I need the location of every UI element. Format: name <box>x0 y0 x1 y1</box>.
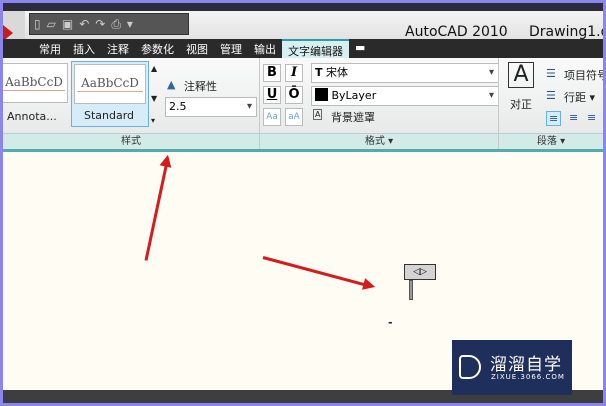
overline-button[interactable]: Ō <box>285 86 303 104</box>
text-height-combo[interactable]: 2.5 <box>165 97 257 117</box>
undo-icon[interactable]: ↶ <box>79 17 89 31</box>
redo-icon[interactable]: ↷ <box>95 17 105 31</box>
style-panel-label: 样式 <box>3 133 259 149</box>
divider <box>259 58 260 149</box>
ribbon-bottom-border <box>3 149 603 152</box>
paragraph-panel-label[interactable]: 段落 ▾ <box>499 133 603 149</box>
color-combo[interactable]: ByLayer <box>311 86 499 106</box>
ribbon: AaBbCcD Annota... AaBbCcD Standard ▲ ▼ ▾… <box>3 58 603 133</box>
line-spacing-icon: ☰ <box>546 89 556 102</box>
lowercase-button[interactable]: aA <box>285 108 303 126</box>
new-icon[interactable]: ▯ <box>34 17 41 31</box>
italic-button[interactable]: I <box>285 64 303 82</box>
tab-parametric[interactable]: 参数化 <box>135 39 180 58</box>
save-icon[interactable]: ▣ <box>62 17 73 31</box>
justify-icon[interactable]: A <box>508 62 534 88</box>
autocad-window: AutoCAD 2010 Drawing1.d ▯ ▱ ▣ ↶ ↷ ⎙ ▾ 常用… <box>3 3 603 403</box>
font-icon: T <box>315 66 323 79</box>
top-strip <box>3 3 603 11</box>
style-sample-standard: AaBbCcD <box>74 64 146 104</box>
open-icon[interactable]: ▱ <box>47 17 56 31</box>
font-value: 宋体 <box>326 66 349 79</box>
align-center-button[interactable]: ≡ <box>569 111 578 124</box>
tab-output[interactable]: 输出 <box>248 39 282 58</box>
divider <box>498 58 499 149</box>
style-name-standard: Standard <box>84 109 135 122</box>
document-title: Drawing1.d <box>529 24 603 40</box>
align-right-button[interactable]: ≡ <box>587 111 596 124</box>
ribbon-tabs: 常用 插入 注释 参数化 视图 管理 输出 文字编辑器 ▬ <box>3 39 603 58</box>
underline-button[interactable]: U <box>263 86 281 104</box>
tab-home[interactable]: 常用 <box>33 39 67 58</box>
app-title: AutoCAD 2010 <box>405 24 508 40</box>
font-combo[interactable]: T 宋体 <box>311 63 499 83</box>
watermark-url: zixue.3066.com <box>491 373 565 381</box>
annotative-icon: ▲ <box>167 78 176 91</box>
style-name-annotative[interactable]: Annota... <box>7 110 57 123</box>
customize-icon[interactable]: ▾ <box>127 17 133 31</box>
text-width-ruler-handle[interactable]: ◁▷ <box>404 264 436 280</box>
play-icon <box>459 355 481 379</box>
bullets-button[interactable]: 项目符号 <box>564 67 603 83</box>
watermark-logo: 溜溜自学 zixue.3066.com <box>452 340 572 395</box>
watermark-name: 溜溜自学 <box>490 355 562 375</box>
tab-manage[interactable]: 管理 <box>214 39 248 58</box>
justify-label[interactable]: 对正 <box>510 96 532 112</box>
bullets-icon: ☰ <box>546 67 556 80</box>
tab-annotate[interactable]: 注释 <box>101 39 135 58</box>
tab-view[interactable]: 视图 <box>180 39 214 58</box>
scroll-down-icon[interactable]: ▼ <box>151 94 157 103</box>
red-arrow-annotation <box>144 162 169 261</box>
background-mask-button[interactable]: 背景遮罩 <box>331 109 375 125</box>
minimize-ribbon-icon[interactable]: ▬ <box>349 39 371 58</box>
style-sample-annotative[interactable]: AaBbCcD <box>3 63 68 103</box>
tab-insert[interactable]: 插入 <box>67 39 101 58</box>
line-spacing-button[interactable]: 行距 ▾ <box>564 89 595 105</box>
text-cursor-handle[interactable] <box>409 280 413 300</box>
format-panel-label[interactable]: 格式 ▾ <box>260 133 498 149</box>
bold-button[interactable]: B <box>263 64 281 82</box>
print-icon[interactable]: ⎙ <box>111 17 121 32</box>
background-mask-icon: A <box>313 109 323 120</box>
quick-access-toolbar: ▯ ▱ ▣ ↶ ↷ ⎙ ▾ <box>29 13 189 35</box>
tab-text-editor[interactable]: 文字编辑器 <box>282 39 349 58</box>
red-arrow-annotation <box>262 256 368 287</box>
scroll-up-icon[interactable]: ▲ <box>151 64 157 73</box>
color-value: ByLayer <box>331 89 377 102</box>
color-swatch <box>315 88 328 101</box>
uppercase-button[interactable]: Aa <box>263 108 281 126</box>
annotative-label[interactable]: 注释性 <box>184 78 217 94</box>
expand-icon[interactable]: ▾ <box>151 116 155 125</box>
style-standard[interactable]: AaBbCcD Standard <box>71 61 149 127</box>
align-left-button[interactable]: ≡ <box>546 111 562 126</box>
text-cursor: - <box>388 316 393 329</box>
